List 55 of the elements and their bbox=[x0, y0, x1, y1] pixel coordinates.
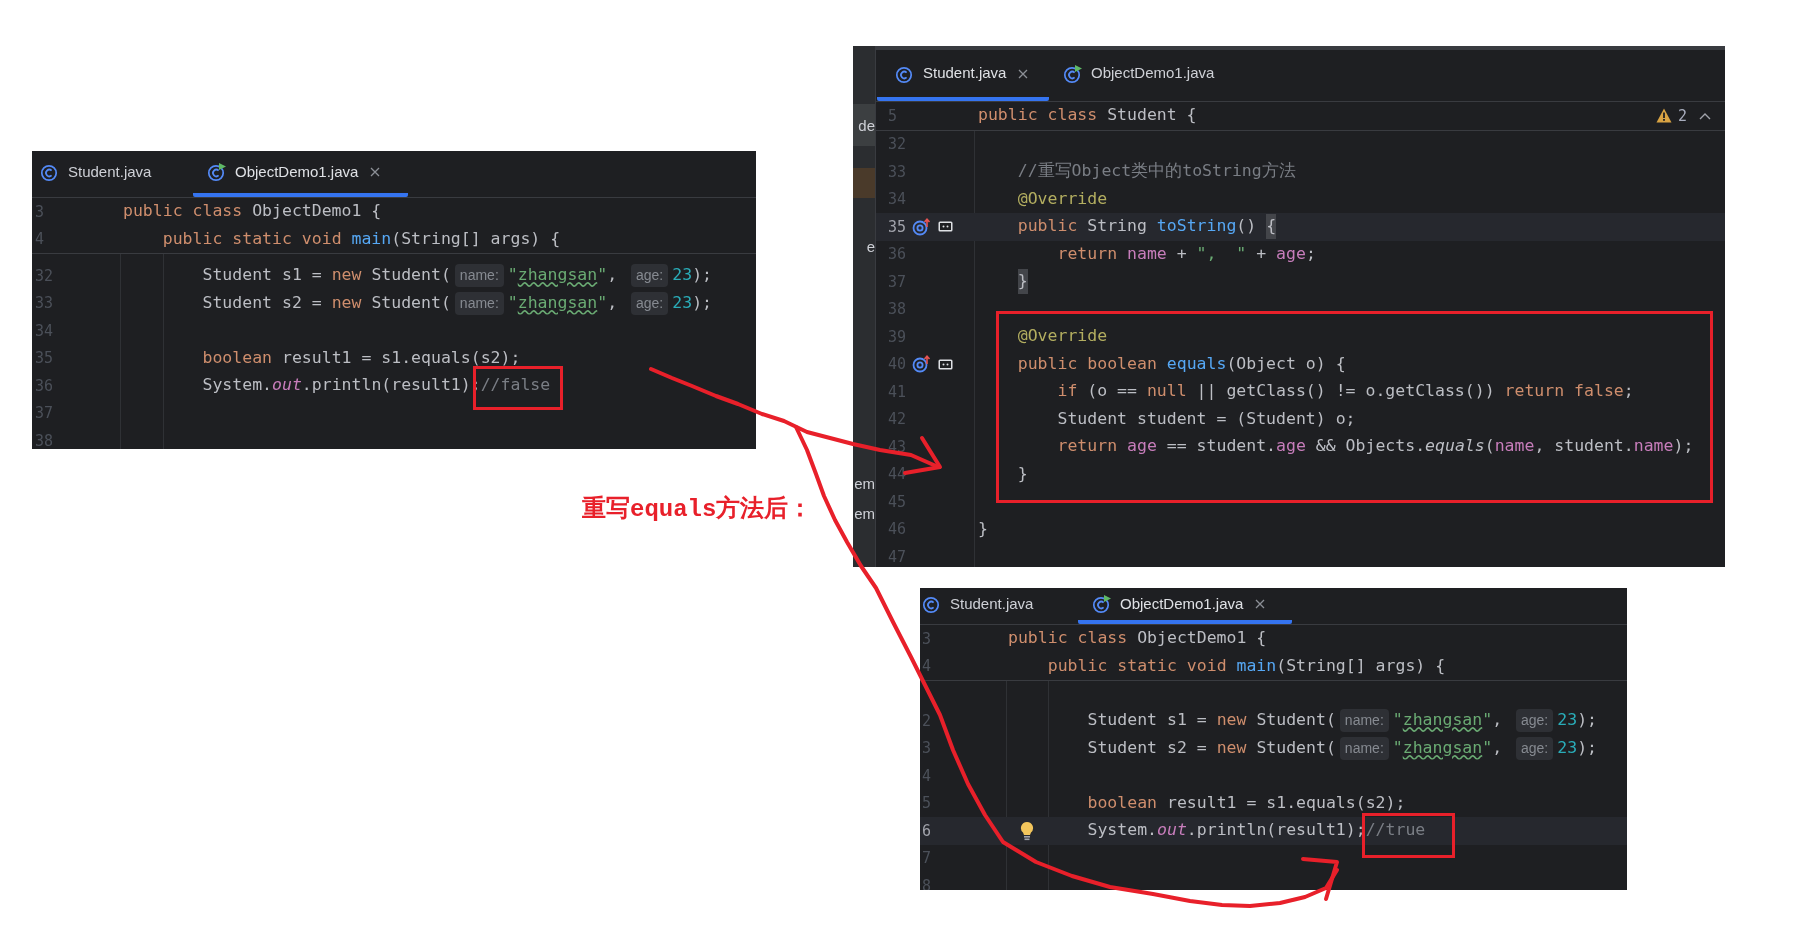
code-line: Student s1 = new Student( name: "zhangsan", age: 23); bbox=[1087, 708, 1597, 734]
code-line: public class ObjectDemo1 { bbox=[1008, 627, 1267, 650]
code-line: public class ObjectDemo1 { bbox=[123, 200, 382, 223]
sidebar-highlight bbox=[853, 168, 875, 198]
code-line: return name + ", " + age; bbox=[1057, 242, 1316, 265]
code-comment: //true bbox=[1365, 819, 1426, 842]
code-line: Student s2 = new Student( name: "zhangsan", age: 23); bbox=[202, 290, 712, 316]
sidebar-text: em bbox=[853, 474, 875, 492]
code-comment: //重写Object类中的toString方法 bbox=[1017, 160, 1296, 183]
dotted-box-icon[interactable] bbox=[938, 358, 953, 370]
annotation-text: 重写equals方法后： bbox=[582, 494, 813, 525]
line-number: 35 bbox=[887, 216, 908, 238]
class-icon bbox=[40, 162, 60, 182]
code-line: public boolean equals(Object o) { bbox=[1017, 352, 1346, 375]
code-comment: //false bbox=[480, 374, 551, 397]
code-line: Student s1 = new Student( name: "zhangsan", age: 23); bbox=[202, 263, 712, 289]
code-line: } bbox=[1017, 462, 1028, 485]
code-line: } bbox=[978, 517, 988, 540]
code-line: Student student = (Student) o; bbox=[1057, 407, 1356, 430]
code-line: System.out.println(result1); bbox=[1087, 819, 1366, 842]
editor-tab[interactable]: Student.java bbox=[877, 50, 1049, 101]
dotted-box-icon[interactable] bbox=[938, 221, 953, 233]
sidebar-text: de bbox=[853, 104, 875, 146]
editor-tab[interactable]: Student.java bbox=[920, 588, 1078, 624]
close-icon[interactable] bbox=[1255, 599, 1266, 609]
code-line: public static void main(String[] args) { bbox=[162, 227, 561, 250]
close-icon[interactable] bbox=[370, 167, 381, 177]
code-line: public String toString() { bbox=[1017, 214, 1277, 240]
close-icon[interactable] bbox=[1018, 68, 1029, 79]
override-icon[interactable] bbox=[912, 217, 932, 236]
editor-tab[interactable]: Student.java bbox=[32, 151, 193, 197]
class-icon bbox=[922, 594, 942, 614]
warning-count: 2 bbox=[1677, 105, 1687, 127]
runnable-class-icon bbox=[1092, 594, 1112, 614]
editor-tab[interactable]: ObjectDemo1.java bbox=[1078, 588, 1292, 624]
caret-up-icon[interactable] bbox=[1699, 111, 1711, 120]
code-line: public class Student { bbox=[978, 104, 1197, 127]
code-line: public static void main(String[] args) { bbox=[1047, 654, 1446, 677]
code-line: if (o == null || getClass() != o.getClass()) return false; bbox=[1057, 380, 1634, 403]
code-line: return age == student.age && Objects.equals(name, student.name); bbox=[1057, 435, 1694, 458]
code-line: boolean result1 = s1.equals(s2); bbox=[1087, 791, 1406, 814]
override-icon[interactable] bbox=[912, 355, 932, 374]
runnable-class-icon bbox=[1063, 63, 1083, 84]
editor-tab[interactable]: ObjectDemo1.java bbox=[193, 151, 408, 197]
code-line: @Override bbox=[1017, 325, 1108, 348]
sidebar-text: e bbox=[865, 237, 875, 255]
code-line: @Override bbox=[1017, 187, 1108, 210]
runnable-class-icon bbox=[207, 162, 227, 182]
editor-tab[interactable]: ObjectDemo1.java bbox=[1049, 50, 1259, 101]
lightbulb-icon[interactable] bbox=[1020, 821, 1034, 841]
code-line: boolean result1 = s1.equals(s2); bbox=[202, 346, 521, 369]
sidebar-text: em bbox=[853, 504, 875, 522]
line-number: 6 bbox=[921, 820, 933, 842]
warning-icon[interactable] bbox=[1655, 108, 1672, 124]
code-line: Student s2 = new Student( name: "zhangsan", age: 23); bbox=[1087, 735, 1597, 761]
